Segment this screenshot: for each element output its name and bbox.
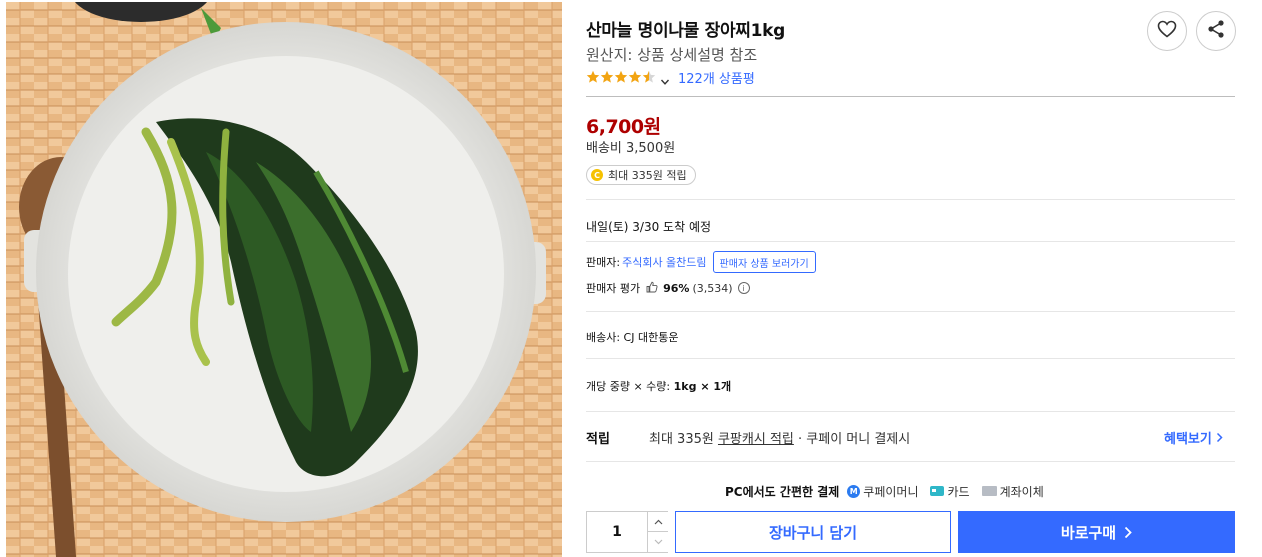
quantity-input[interactable]: 1	[587, 512, 647, 552]
divider	[586, 461, 1235, 462]
payment-methods: PC에서도 간편한 결제 M 쿠페이머니 카드 계좌이체	[725, 482, 1056, 500]
divider	[586, 199, 1235, 200]
benefit-more-label: 혜택보기	[1164, 432, 1212, 447]
buy-now-button[interactable]: 바로구매	[958, 511, 1235, 553]
seller-rating-count: (3,534)	[692, 281, 733, 295]
reward-label: 최대 335원 적립	[608, 169, 687, 182]
benefit-suffix: · 쿠페이 머니 결제시	[793, 432, 911, 447]
card-label: 카드	[947, 484, 970, 499]
seller-rating-label: 판매자 평가	[586, 282, 641, 295]
info-icon[interactable]: i	[737, 282, 750, 294]
star-icon	[642, 70, 656, 83]
coupay-money-icon: M	[847, 484, 861, 498]
quantity-decrease-button[interactable]	[647, 532, 668, 552]
share-icon	[1206, 19, 1226, 43]
product-image	[6, 2, 562, 557]
star-icon	[614, 70, 628, 83]
rating-row[interactable]: 122개 상품평	[586, 68, 755, 87]
bank-transfer-icon	[981, 486, 997, 496]
benefit-prefix: 최대 335원	[649, 432, 718, 447]
divider	[586, 96, 1235, 97]
product-title: 산마늘 명이나물 장아찌1kg	[586, 21, 786, 41]
coupay-label: 쿠페이머니	[863, 484, 919, 499]
seller-products-button[interactable]: 판매자 상품 보러가기	[712, 251, 816, 273]
chevron-right-icon	[1216, 432, 1223, 443]
seller-rating-row: 판매자 평가 96% (3,534) i	[586, 280, 750, 296]
thumbs-up-icon	[646, 281, 658, 296]
seller-name-link[interactable]: 주식회사 올찬드림	[622, 254, 706, 270]
divider	[586, 411, 1235, 412]
star-icon	[586, 70, 600, 83]
seller-prefix: 판매자:	[586, 256, 621, 269]
card-icon	[930, 486, 945, 496]
coupang-cash-link[interactable]: 쿠팡캐시 적립	[718, 432, 794, 447]
heart-icon	[1157, 20, 1177, 42]
payment-bank: 계좌이체	[981, 483, 1044, 500]
share-button[interactable]	[1196, 11, 1236, 51]
product-photo	[6, 2, 562, 557]
buy-now-label: 바로구매	[1060, 523, 1117, 542]
seller-row: 판매자: 주식회사 올찬드림 판매자 상품 보러가기	[586, 250, 816, 274]
divider	[586, 358, 1235, 359]
chevron-up-icon	[654, 519, 663, 525]
chevron-down-icon	[654, 539, 663, 545]
star-icons	[586, 70, 656, 83]
chevron-down-icon[interactable]	[660, 72, 670, 85]
star-rating	[586, 70, 656, 84]
payment-title: PC에서도 간편한 결제	[725, 484, 840, 499]
add-to-cart-button[interactable]: 장바구니 담기	[675, 511, 951, 553]
review-count-link[interactable]: 122개 상품평	[678, 68, 755, 87]
reward-badge: C 최대 335원 적립	[586, 165, 696, 185]
weight-quantity-info: 개당 중량 × 수량: 1kg × 1개	[586, 378, 731, 394]
benefit-label: 적립	[586, 432, 610, 447]
courier-info: 배송사: CJ 대한통운	[586, 331, 679, 344]
divider	[586, 241, 1235, 242]
product-info: 산마늘 명이나물 장아찌1kg 원산지: 상품 상세설명 참조 122개 상품평…	[586, 0, 1236, 557]
benefit-text: 최대 335원 쿠팡캐시 적립 · 쿠페이 머니 결제시	[649, 428, 910, 447]
arrival-date: 내일(토) 3/30 도착 예정	[586, 220, 712, 234]
bank-label: 계좌이체	[999, 484, 1044, 499]
origin-info: 원산지: 상품 상세설명 참조	[586, 46, 758, 64]
star-icon	[628, 70, 642, 83]
wishlist-button[interactable]	[1147, 11, 1187, 51]
divider	[586, 311, 1235, 312]
payment-card: 카드	[930, 483, 970, 500]
price: 6,700원	[586, 116, 661, 138]
chevron-right-icon	[1116, 526, 1132, 539]
quantity-stepper: 1	[586, 511, 668, 553]
quantity-increase-button[interactable]	[647, 512, 668, 532]
shipping-fee: 배송비 3,500원	[586, 141, 676, 156]
benefit-more-link[interactable]: 혜택보기	[1164, 428, 1223, 447]
weight-value: 1kg × 1개	[673, 380, 732, 393]
star-icon	[600, 70, 614, 83]
seller-rating-percent: 96%	[663, 281, 690, 295]
coin-icon: C	[591, 169, 603, 181]
payment-coupay: M 쿠페이머니	[847, 483, 918, 500]
weight-label: 개당 중량 × 수량:	[586, 380, 671, 393]
